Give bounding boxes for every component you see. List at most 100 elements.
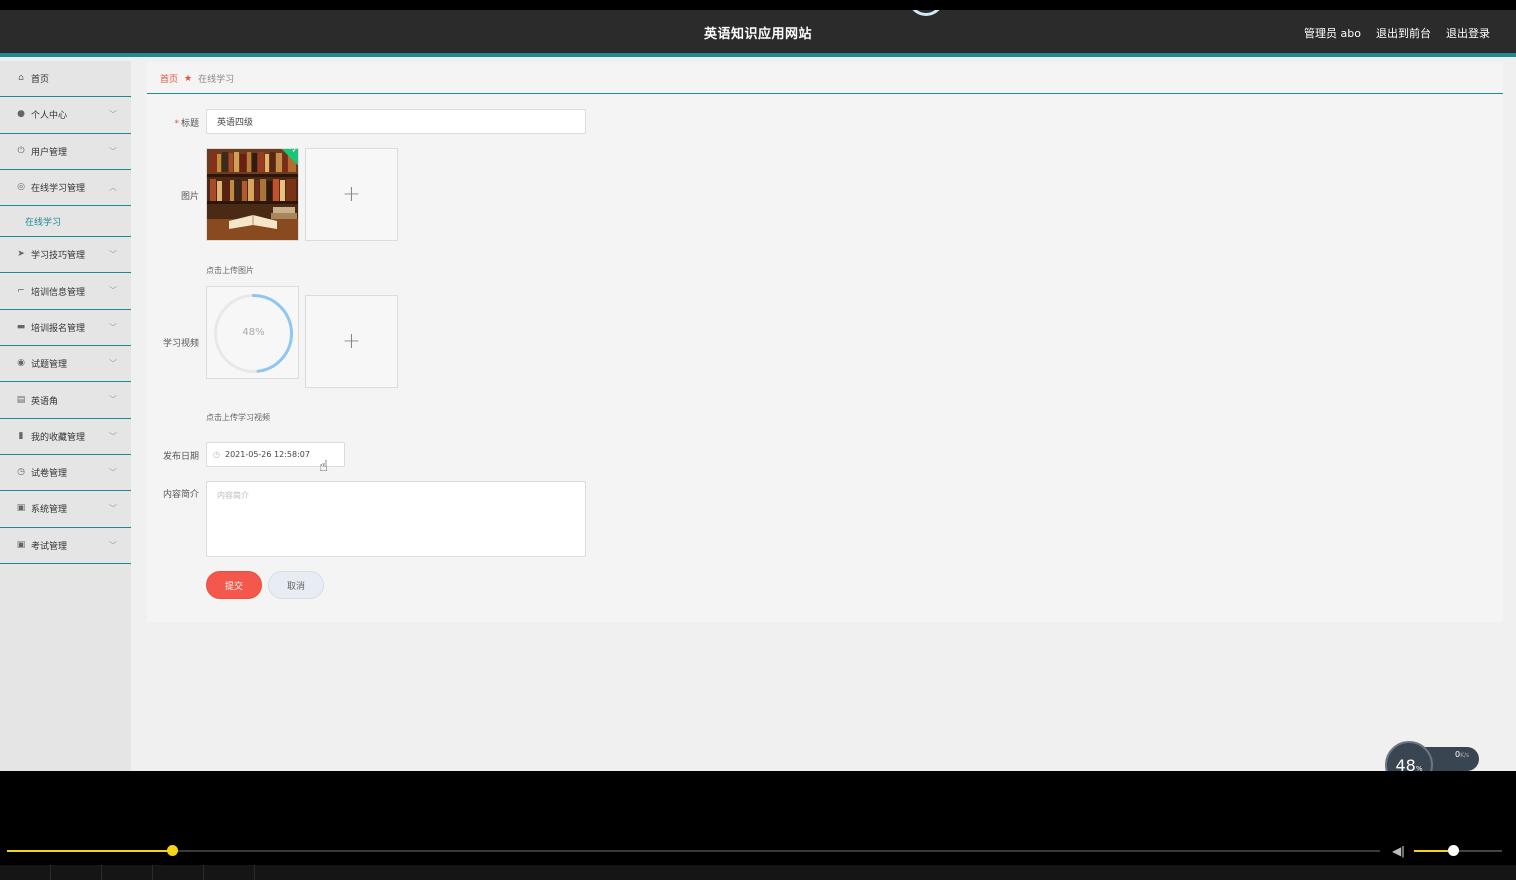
toolbar-slot[interactable] (0, 865, 51, 880)
title-label-text: 标题 (180, 119, 199, 129)
plus-icon: + (342, 182, 361, 207)
star-icon: ★ (184, 73, 193, 84)
site-title: 英语知识应用网站 (703, 27, 812, 42)
chevron-down-icon: ﹀ (109, 467, 117, 477)
send-icon: ➤ (17, 249, 25, 260)
chevron-down-icon: ﹀ (109, 146, 117, 156)
briefcase-icon: ▤ (16, 394, 26, 405)
sidebar-item-training-info[interactable]: ⌐ 培训信息管理 ﹀ (0, 273, 131, 310)
cancel-button[interactable]: 取消 (268, 571, 324, 599)
chevron-down-icon: ﹀ (109, 504, 117, 514)
sidebar-item-favorites[interactable]: ▮ 我的收藏管理 ﹀ (0, 419, 131, 455)
breadcrumb-current: 在线学习 (198, 75, 235, 85)
volume-handle[interactable] (1447, 845, 1459, 856)
image-upload-hint: 点击上传图片 (206, 266, 254, 275)
seek-bar-fill (7, 850, 172, 852)
browser-viewport: 英语知识应用网站 管理员 abo 退出到前台 退出登录 ⌂ 首页 ● 个人中心 … (0, 10, 1516, 771)
sidebar-item-label: 学习技巧管理 (31, 251, 86, 262)
current-user-label: 管理员 abo (1304, 27, 1361, 40)
intro-label: 内容简介 (162, 490, 199, 500)
image-upload-button[interactable]: + (305, 148, 398, 241)
chevron-down-icon: ﹀ (109, 395, 117, 405)
intro-textarea[interactable]: 内容简介 (206, 481, 586, 557)
sidebar-item-user-management[interactable]: ⏻ 用户管理 ﹀ (0, 134, 131, 170)
crop-icon: ⌐ (17, 285, 25, 296)
submit-button[interactable]: 提交 (206, 571, 262, 599)
sidebar-subitem-online-learning[interactable]: 在线学习 (0, 206, 131, 238)
video-upload-progress: 48% (206, 286, 299, 379)
main-content: 首页 ★ 在线学习 * 标题 英语四级 图片 ✓ + 点击上传图片 学习视频 4… (147, 62, 1503, 622)
toolbar-slot[interactable] (51, 865, 102, 880)
image-label: 图片 (180, 192, 199, 202)
top-header: 英语知识应用网站 管理员 abo 退出到前台 退出登录 (0, 10, 1516, 57)
avatar-icon (908, 10, 944, 16)
memory-percent: 48 (1395, 756, 1416, 771)
uploaded-image-thumbnail[interactable]: ✓ (206, 148, 299, 241)
video-label: 学习视频 (162, 339, 199, 349)
home-icon: ⌂ (18, 73, 24, 84)
clipboard-icon: ▣ (16, 503, 26, 514)
date-label: 发布日期 (162, 452, 199, 462)
sidebar-item-exam-management[interactable]: ▣ 考试管理 ﹀ (0, 528, 131, 564)
sidebar-item-label: 首页 (31, 75, 50, 86)
globe-icon: ◉ (17, 358, 25, 369)
toolbar-slot[interactable] (204, 865, 255, 880)
sidebar-item-label: 试卷管理 (31, 469, 68, 480)
sidebar-item-training-signup[interactable]: ▬ 培训报名管理 ﹀ (0, 310, 131, 347)
sidebar-item-label: 系统管理 (31, 505, 68, 516)
video-upload-hint: 点击上传学习视频 (206, 413, 270, 422)
check-icon: ✓ (291, 148, 299, 155)
sidebar-item-label: 在线学习管理 (31, 184, 86, 195)
seek-bar[interactable] (7, 845, 1380, 856)
chevron-down-icon: ﹀ (109, 540, 117, 550)
header-links: 管理员 abo 退出到前台 退出登录 (1304, 25, 1490, 41)
player-toolbar-strip (0, 865, 1516, 880)
sidebar-item-label: 英语角 (31, 396, 59, 407)
sidebar-item-personal-center[interactable]: ● 个人中心 ﹀ (0, 97, 131, 134)
volume-fill (1414, 850, 1453, 852)
sidebar-item-paper-management[interactable]: ◷ 试卷管理 ﹀ (0, 455, 131, 492)
breadcrumb-home[interactable]: 首页 (160, 72, 178, 85)
video-progress-text: 48% (242, 327, 265, 338)
sidebar-item-study-tips[interactable]: ➤ 学习技巧管理 ﹀ (0, 237, 131, 274)
chevron-down-icon: ﹀ (109, 322, 117, 332)
toolbar-slot[interactable] (102, 865, 153, 880)
sidebar-item-online-learning[interactable]: ◎ 在线学习管理 ︿ (0, 170, 131, 207)
book-icon: ▮ (18, 430, 24, 441)
clock-icon: ◷ (17, 467, 25, 478)
user-icon: ● (17, 109, 25, 120)
memory-usage-ball: 48% (1385, 741, 1433, 771)
seek-handle[interactable] (166, 845, 178, 856)
bookshelf-image (207, 149, 298, 240)
back-to-front-link[interactable]: 退出到前台 (1376, 25, 1431, 41)
volume-slider[interactable] (1414, 845, 1502, 856)
chevron-up-icon: ︿ (109, 182, 117, 192)
chevron-down-icon: ﹀ (109, 431, 117, 441)
chat-icon: ▬ (16, 321, 26, 332)
compass-icon: ◎ (17, 182, 25, 193)
volume-icon[interactable]: ◀ǀ (1392, 844, 1405, 858)
sidebar-item-system-management[interactable]: ▣ 系统管理 ﹀ (0, 491, 131, 528)
publish-date-value: 2021-05-26 12:58:07 (224, 450, 310, 459)
breadcrumb-divider (147, 93, 1503, 94)
video-upload-button[interactable]: + (305, 295, 398, 388)
title-input[interactable]: 英语四级 (206, 109, 586, 134)
sidebar-item-label: 考试管理 (31, 541, 68, 552)
network-speed-widget[interactable]: 0K/s 48% (1385, 741, 1479, 771)
title-label: * 标题 (174, 119, 199, 129)
toolbar-slot[interactable] (153, 865, 204, 880)
sidebar-item-home[interactable]: ⌂ 首页 (0, 61, 131, 98)
sidebar-item-question-management[interactable]: ◉ 试题管理 ﹀ (0, 346, 131, 383)
speed-unit: K/s (1460, 752, 1470, 759)
sidebar-item-label: 我的收藏管理 (31, 432, 86, 443)
plus-icon: + (342, 329, 361, 354)
sidebar-item-label: 用户管理 (31, 147, 68, 158)
chevron-down-icon: ﹀ (109, 110, 117, 120)
sidebar-item-english-corner[interactable]: ▤ 英语角 ﹀ (0, 382, 131, 419)
chevron-down-icon: ﹀ (109, 359, 117, 369)
hand-cursor-icon: ☝ (319, 457, 329, 475)
power-icon: ⏻ (17, 145, 25, 156)
chevron-down-icon: ﹀ (109, 250, 117, 260)
logout-link[interactable]: 退出登录 (1446, 25, 1490, 41)
sidebar-menu: ⌂ 首页 ● 个人中心 ﹀ ⏻ 用户管理 ﹀ ◎ 在线学习管理 ︿ 在线学习 ➤… (0, 61, 131, 771)
